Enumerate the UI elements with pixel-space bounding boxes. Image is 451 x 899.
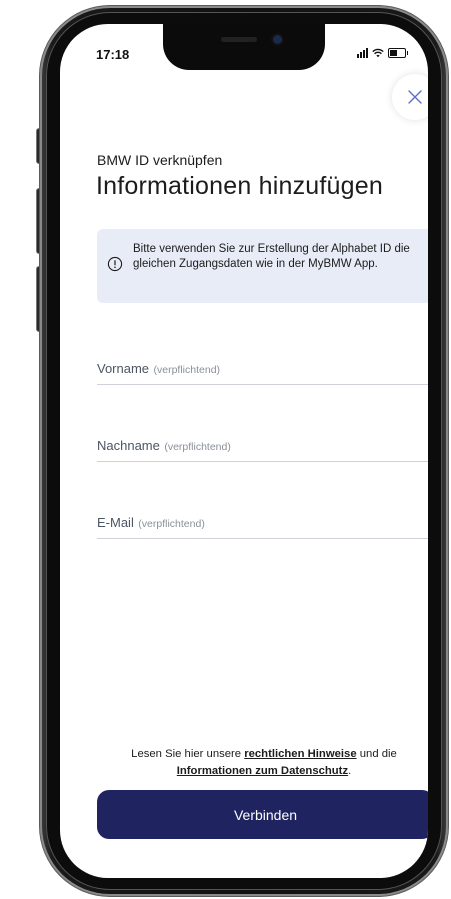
- first-name-label: Vorname: [97, 361, 150, 376]
- page-title: Informationen hinzufügen: [96, 172, 383, 200]
- speaker-grill: [221, 37, 257, 42]
- phone-notch: [163, 24, 325, 70]
- info-icon: [107, 256, 123, 272]
- privacy-link[interactable]: Informationen zum Datenschutz: [177, 765, 348, 777]
- email-hint: (verpflichtend): [138, 518, 205, 530]
- signal-icon: [357, 48, 368, 58]
- phone-mockup: 17:18 BMW ID verknüpfen Informationen hi…: [0, 0, 451, 899]
- legal-notices-link[interactable]: rechtlichen Hinweise: [244, 748, 356, 760]
- phone-screen: 17:18 BMW ID verknüpfen Informationen hi…: [60, 24, 428, 878]
- status-icons: [357, 48, 408, 58]
- status-time: 17:18: [96, 47, 130, 62]
- first-name-hint: (verpflichtend): [153, 364, 221, 376]
- email-label: E-Mail: [97, 515, 134, 530]
- close-button[interactable]: [392, 74, 428, 120]
- first-name-field[interactable]: Vorname (verpflichtend): [97, 360, 428, 385]
- legal-middle: und die: [356, 748, 397, 760]
- battery-icon: [388, 48, 408, 58]
- last-name-label: Nachname: [97, 438, 160, 453]
- front-camera: [273, 35, 282, 44]
- info-box: Bitte verwenden Sie zur Erstellung der A…: [97, 229, 428, 303]
- page-subtitle: BMW ID verknüpfen: [97, 152, 223, 168]
- close-icon: [408, 90, 422, 104]
- last-name-field[interactable]: Nachname (verpflichtend): [97, 437, 428, 462]
- legal-prefix: Lesen Sie hier unsere: [131, 748, 245, 760]
- connect-button[interactable]: Verbinden: [97, 790, 428, 839]
- info-text: Bitte verwenden Sie zur Erstellung der A…: [133, 243, 410, 270]
- last-name-hint: (verpflichtend): [164, 441, 231, 453]
- wifi-icon: [372, 48, 384, 58]
- email-field[interactable]: E-Mail (verpflichtend): [97, 514, 428, 539]
- legal-notice: Lesen Sie hier unsere rechtlichen Hinwei…: [88, 746, 428, 780]
- legal-suffix: .: [348, 765, 352, 777]
